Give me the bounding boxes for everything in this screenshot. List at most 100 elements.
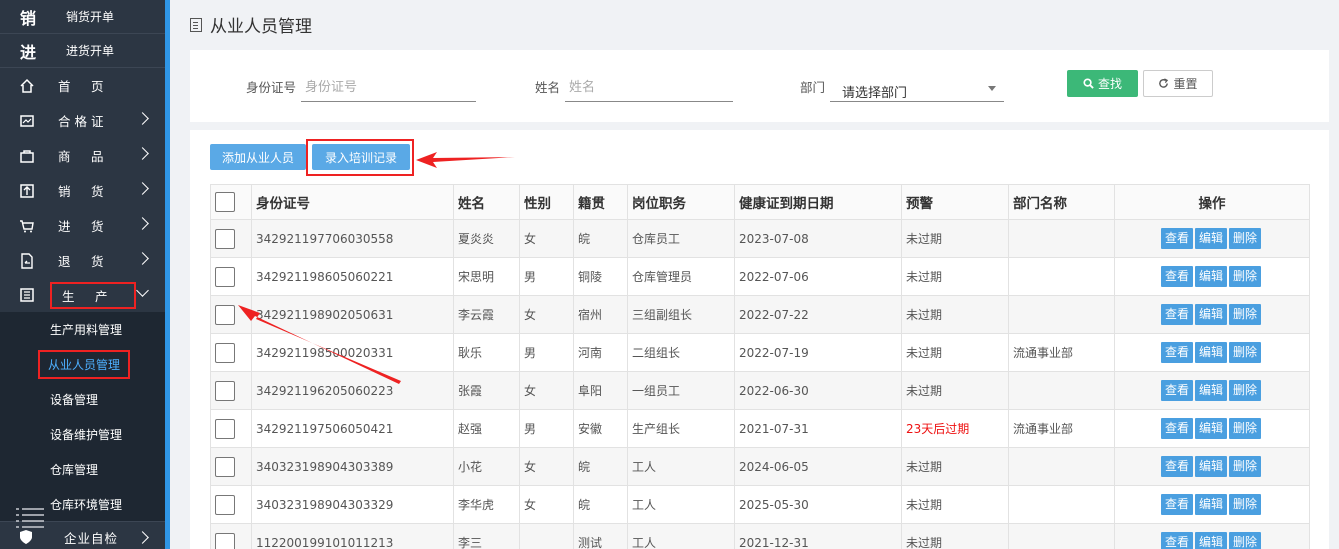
delete-button[interactable]: 删除 [1229, 228, 1262, 249]
row-checkbox[interactable] [215, 342, 235, 363]
name-cell: 张霞 [453, 371, 520, 410]
name-field: 姓名 [535, 74, 734, 102]
edit-button[interactable]: 编辑 [1194, 418, 1227, 439]
view-button[interactable]: 查看 [1160, 418, 1193, 439]
select-all-checkbox[interactable] [215, 192, 235, 212]
view-button[interactable]: 查看 [1160, 228, 1193, 249]
edit-button[interactable]: 编辑 [1194, 228, 1227, 249]
view-button[interactable]: 查看 [1160, 532, 1193, 549]
column-header[interactable]: 部门名称 [1008, 184, 1115, 220]
annotation-highlight-box [306, 139, 414, 176]
id-number-cell: 342921198605060221 [251, 257, 454, 296]
table-row: 342921198500020331 耿乐男河南 二组组长 2022-07-19 未过期… [210, 333, 1310, 372]
sidebar-subitem-materials[interactable]: 生产用料管理 [0, 312, 165, 347]
delete-button[interactable]: 删除 [1229, 494, 1262, 515]
delete-button[interactable]: 删除 [1229, 456, 1262, 477]
id-number-cell: 340323198904303389 [251, 447, 454, 486]
edit-button[interactable]: 编辑 [1194, 266, 1227, 287]
edit-button[interactable]: 编辑 [1194, 304, 1227, 325]
row-checkbox[interactable] [215, 418, 235, 439]
row-checkbox[interactable] [215, 228, 235, 249]
warning-cell: 23天后过期 [901, 409, 1009, 448]
delete-button[interactable]: 删除 [1229, 380, 1262, 401]
column-header[interactable]: 身份证号 [251, 184, 454, 220]
department-select[interactable]: 请选择部门 [830, 74, 1005, 102]
delete-button[interactable]: 删除 [1229, 418, 1262, 439]
sidebar-item-home[interactable]: 首 页 [0, 68, 165, 103]
id-number-input[interactable] [301, 74, 477, 102]
sidebar-subitem-equipment[interactable]: 设备管理 [0, 382, 165, 417]
delete-button[interactable]: 删除 [1229, 304, 1262, 325]
id-number-cell: 342921197706030558 [251, 219, 454, 258]
view-button[interactable]: 查看 [1160, 342, 1193, 363]
department-cell [1008, 219, 1115, 258]
sidebar-item-production[interactable]: 生 产 [0, 278, 165, 312]
delete-button[interactable]: 删除 [1229, 342, 1262, 363]
quick-sales-order[interactable]: 销 销货开单 [0, 0, 165, 34]
sidebar-subitem-staff[interactable]: 从业人员管理 [0, 347, 165, 382]
sidebar-subitem-warehouse[interactable]: 仓库管理 [0, 452, 165, 487]
edit-button[interactable]: 编辑 [1194, 532, 1227, 549]
table-row: 342921197706030558 夏炎炎女皖仓库员工 2023-07-08 未过期… [210, 219, 1310, 258]
view-button[interactable]: 查看 [1160, 456, 1193, 477]
edit-button[interactable]: 编辑 [1194, 342, 1227, 363]
sidebar-accent-bar [165, 0, 170, 549]
column-header[interactable]: 籍贯 [573, 184, 628, 220]
sex-cell: 女 [519, 447, 574, 486]
expiry-cell: 2022-06-30 [734, 371, 902, 410]
row-checkbox[interactable] [215, 266, 235, 287]
view-button[interactable]: 查看 [1160, 266, 1193, 287]
actions-cell: 查看 编辑 删除 [1114, 257, 1310, 296]
delete-button[interactable]: 删除 [1229, 532, 1262, 549]
row-checkbox[interactable] [215, 494, 235, 515]
quick-purchase-label: 进货开单 [66, 44, 115, 58]
id-number-cell: 342921198500020331 [251, 333, 454, 372]
sidebar-item-label: 企业自检 [64, 530, 119, 546]
warning-cell: 未过期 [901, 485, 1009, 524]
row-checkbox[interactable] [215, 456, 235, 477]
origin-cell: 测试 [573, 523, 628, 549]
sidebar-item-returns[interactable]: 退 货 [0, 243, 165, 278]
search-panel: 身份证号 姓名 部门 请选择部门 查找 重置 [190, 50, 1329, 122]
chevron-right-icon [136, 531, 149, 544]
table-row: 340323198904303389 小花女皖工人 2024-06-05 未过期 查看编… [210, 447, 1310, 486]
edit-button[interactable]: 编辑 [1194, 380, 1227, 401]
column-header: 操作 [1114, 184, 1310, 220]
search-button[interactable]: 查找 [1067, 70, 1138, 97]
sidebar-item-certificate[interactable]: 合格证 [0, 103, 165, 138]
sidebar-item-label: 合格证 [58, 114, 108, 129]
delete-button[interactable]: 删除 [1229, 266, 1262, 287]
quick-purchase-order[interactable]: 进 进货开单 [0, 34, 165, 68]
row-checkbox[interactable] [215, 304, 235, 325]
post-cell: 生产组长 [627, 409, 735, 448]
name-input[interactable] [565, 74, 734, 102]
column-header[interactable]: 岗位职务 [627, 184, 735, 220]
column-header[interactable]: 姓名 [453, 184, 520, 220]
sidebar-subitem-maintenance[interactable]: 设备维护管理 [0, 417, 165, 452]
column-header[interactable]: 性别 [519, 184, 574, 220]
sidebar-item-goods[interactable]: 商 品 [0, 138, 165, 173]
sidebar-item-label: 首 页 [58, 79, 108, 94]
column-header[interactable]: 预警 [901, 184, 1009, 220]
chevron-right-icon [136, 182, 149, 195]
table-row: 342921198902050631 李云霞女宿州 三组副组长 2022-07-22 未… [210, 295, 1310, 334]
name-cell: 夏炎炎 [453, 219, 520, 258]
view-button[interactable]: 查看 [1160, 494, 1193, 515]
reset-button[interactable]: 重置 [1143, 70, 1213, 97]
view-button[interactable]: 查看 [1160, 304, 1193, 325]
row-checkbox[interactable] [215, 380, 235, 401]
row-checkbox[interactable] [215, 532, 235, 549]
sex-cell: 男 [519, 257, 574, 296]
add-staff-button[interactable]: 添加从业人员 [210, 144, 306, 170]
name-cell: 宋思明 [453, 257, 520, 296]
sidebar-item-label: 进 货 [58, 219, 108, 234]
edit-button[interactable]: 编辑 [1194, 456, 1227, 477]
sidebar-item-purchase[interactable]: 进 货 [0, 208, 165, 243]
chevron-right-icon [136, 217, 149, 230]
chevron-right-icon [136, 112, 149, 125]
edit-button[interactable]: 编辑 [1194, 494, 1227, 515]
column-header[interactable]: 健康证到期日期 [734, 184, 902, 220]
view-button[interactable]: 查看 [1160, 380, 1193, 401]
sidebar-item-sales[interactable]: 销 货 [0, 173, 165, 208]
menu-toggle-icon[interactable] [16, 508, 44, 531]
